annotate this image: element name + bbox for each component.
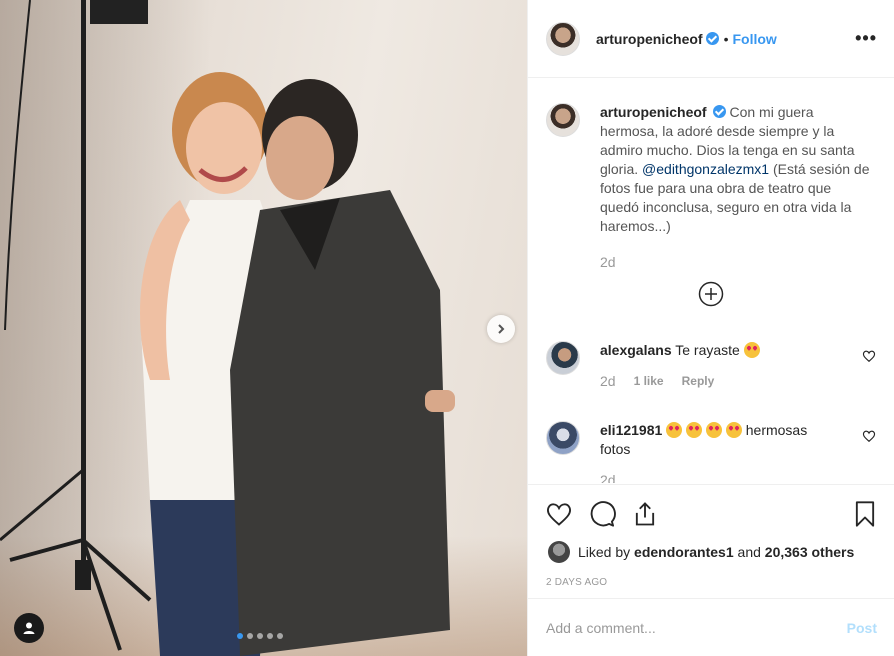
comment-age: 2d (600, 373, 616, 389)
carousel-dot (267, 633, 273, 639)
verified-badge-icon (705, 32, 719, 45)
comment-username[interactable]: eli121981 (600, 422, 662, 438)
follow-button[interactable]: Follow (732, 31, 776, 47)
post-comment-button[interactable]: Post (847, 620, 877, 636)
comment-text: Te rayaste (675, 342, 740, 358)
bookmark-icon[interactable] (851, 500, 879, 528)
heart-eyes-emoji-icon (686, 422, 703, 438)
heart-eyes-emoji-icon (666, 422, 683, 438)
post-actions: Liked by edendorantes1 and 20,363 others… (528, 484, 894, 588)
follow-separator: • (723, 30, 729, 47)
comment-input[interactable] (546, 619, 847, 636)
likes-connector: and (737, 544, 761, 560)
verified-badge-icon (712, 105, 726, 118)
post-sidebar: arturopenicheof • Follow ••• arturopenic… (527, 0, 894, 656)
heart-eyes-emoji-icon (743, 342, 760, 358)
heart-icon[interactable] (545, 500, 573, 528)
author-username[interactable]: arturopenicheof (596, 31, 703, 47)
user-tag-icon (23, 622, 35, 634)
author-avatar[interactable] (546, 21, 580, 56)
liker-avatar[interactable] (548, 541, 570, 563)
post-caption: arturopenicheof Con mi guera hermosa, la… (546, 103, 876, 236)
comment-icon[interactable] (588, 500, 616, 528)
likes-summary: Liked by edendorantes1 and 20,363 others (528, 529, 894, 563)
next-slide-button[interactable] (487, 315, 515, 343)
carousel-dot (247, 633, 253, 639)
carousel-dot (257, 633, 263, 639)
heart-eyes-emoji-icon (725, 422, 742, 438)
commenter-avatar[interactable] (546, 421, 580, 455)
comment-reply-button[interactable]: Reply (682, 372, 715, 391)
comment-item: eli121981 hermosas fotos 2d (546, 421, 886, 483)
carousel-dot (277, 633, 283, 639)
comment-like-icon[interactable] (862, 429, 876, 443)
add-comment-bar: Post (528, 598, 894, 656)
caption-username[interactable]: arturopenicheof (600, 104, 707, 120)
more-options-icon[interactable]: ••• (855, 28, 877, 49)
author-avatar[interactable] (546, 103, 580, 137)
comment-like-icon[interactable] (862, 349, 876, 363)
comment-age: 2d (600, 472, 616, 483)
post-photo[interactable] (0, 0, 527, 656)
share-icon[interactable] (631, 500, 659, 528)
post-date: 2 DAYS AGO (546, 577, 608, 588)
caption-age: 2d (600, 254, 616, 270)
plus-circle-icon[interactable] (698, 281, 724, 307)
likes-prefix: Liked by (578, 544, 631, 560)
liker-username[interactable]: edendorantes1 (634, 544, 734, 560)
comment-username[interactable]: alexgalans (600, 342, 672, 358)
commenter-avatar[interactable] (546, 341, 580, 375)
chevron-right-icon (498, 324, 505, 334)
likes-others-link[interactable]: 20,363 others (765, 544, 855, 560)
post-header: arturopenicheof • Follow ••• (528, 0, 894, 78)
carousel-dot (237, 633, 243, 639)
user-tag-button[interactable] (14, 613, 44, 643)
caption-mention-link[interactable]: @edithgonzalezmx1 (642, 161, 769, 177)
man-figure (230, 79, 455, 656)
heart-eyes-emoji-icon (705, 422, 722, 438)
comment-likes[interactable]: 1 like (634, 372, 664, 391)
comment-item: alexgalans Te rayaste 2d 1 like Reply (546, 341, 886, 391)
carousel-indicator (237, 633, 283, 639)
comments-list[interactable]: arturopenicheof Con mi guera hermosa, la… (528, 79, 894, 483)
